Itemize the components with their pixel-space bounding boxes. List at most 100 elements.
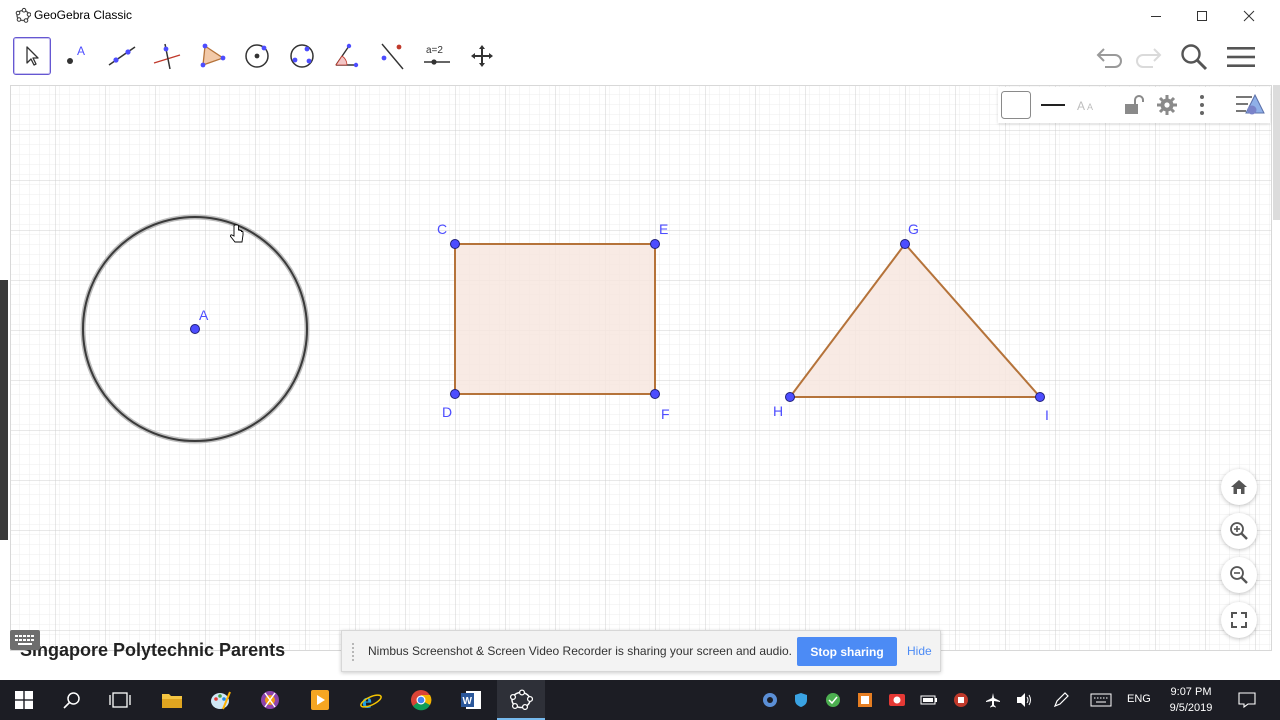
taskbar-paint[interactable]	[196, 680, 244, 720]
search-button[interactable]	[1176, 39, 1212, 75]
shield-icon	[795, 693, 807, 707]
background-color-button[interactable]	[1000, 90, 1032, 120]
perpendicular-icon	[153, 43, 181, 70]
globe-icon	[763, 693, 777, 707]
tray-pen[interactable]	[1046, 680, 1076, 720]
svg-text:a=2: a=2	[426, 45, 443, 56]
tray-app-4[interactable]	[850, 680, 880, 720]
action-center-button[interactable]	[1232, 680, 1262, 720]
ellipse-tool[interactable]	[283, 37, 321, 75]
drag-handle[interactable]	[352, 643, 358, 661]
line-style-button[interactable]	[1037, 90, 1069, 120]
clock-time: 9:07 PM	[1170, 686, 1212, 698]
move-tool[interactable]	[13, 37, 51, 75]
standard-view-button[interactable]	[1221, 469, 1257, 505]
gear-icon	[1157, 95, 1177, 115]
label-c: C	[437, 221, 447, 237]
point-icon: A	[67, 44, 85, 64]
label-d: D	[442, 404, 452, 420]
task-view-button[interactable]	[96, 680, 144, 720]
angle-tool[interactable]	[328, 37, 366, 75]
background-window-edge	[0, 280, 8, 540]
input-language[interactable]: ENG	[1127, 693, 1151, 705]
tray-app-2[interactable]	[786, 680, 816, 720]
label-i: I	[1045, 407, 1049, 423]
undo-icon	[1096, 48, 1122, 68]
arrow-pointer-icon	[26, 46, 39, 66]
undo-button[interactable]	[1092, 39, 1128, 75]
stop-sharing-button[interactable]: Stop sharing	[797, 637, 897, 666]
search-icon	[1181, 44, 1208, 71]
lock-button[interactable]	[1117, 90, 1149, 120]
slider-tool[interactable]: a=2	[418, 37, 456, 75]
point-tool[interactable]: A	[58, 37, 96, 75]
circle-center-point-tool[interactable]	[238, 37, 276, 75]
taskbar-word[interactable]: W	[447, 680, 495, 720]
line-style-icon	[1041, 104, 1065, 106]
word-icon: W	[461, 691, 481, 709]
search-icon	[63, 692, 80, 709]
fullscreen-button[interactable]	[1221, 602, 1257, 638]
polygon-tool[interactable]	[193, 37, 231, 75]
cloud-icon	[826, 693, 840, 707]
perpendicular-line-tool[interactable]	[148, 37, 186, 75]
redo-button[interactable]	[1130, 39, 1166, 75]
tray-battery[interactable]	[914, 680, 944, 720]
tray-app-3[interactable]	[818, 680, 848, 720]
taskbar-file-explorer[interactable]	[148, 680, 196, 720]
vertical-scrollbar[interactable]	[1273, 85, 1280, 220]
screen-sharing-banner: Nimbus Screenshot & Screen Video Recorde…	[341, 630, 941, 672]
close-button[interactable]	[1226, 0, 1272, 31]
minimize-button[interactable]	[1133, 0, 1179, 31]
reflect-tool[interactable]	[373, 37, 411, 75]
svg-text:A: A	[1087, 102, 1093, 112]
clock-date: 9/5/2019	[1169, 702, 1213, 714]
clock[interactable]: 9:07 PM 9/5/2019	[1160, 684, 1222, 716]
move-graphics-view-tool[interactable]	[463, 37, 501, 75]
line-tool[interactable]	[103, 37, 141, 75]
main-menu-button[interactable]	[1223, 39, 1259, 75]
start-button[interactable]	[0, 680, 48, 720]
taskbar-geogebra[interactable]	[497, 680, 545, 720]
maximize-button[interactable]	[1179, 0, 1225, 31]
taskbar-search-button[interactable]	[48, 680, 96, 720]
hide-link[interactable]: Hide	[907, 644, 932, 658]
drawing-pad[interactable]: A C E D F G H I	[11, 86, 1272, 651]
zoom-out-button[interactable]	[1221, 557, 1257, 593]
reflect-icon	[381, 43, 404, 70]
window-title: GeoGebra Classic	[34, 8, 133, 22]
settings-button[interactable]	[1151, 90, 1183, 120]
label-h: H	[773, 403, 783, 419]
airplane-mode-icon	[986, 693, 1000, 708]
tray-app-5[interactable]	[882, 680, 912, 720]
tray-app-1[interactable]	[755, 680, 785, 720]
taskbar-internet-explorer[interactable]: e	[347, 680, 395, 720]
hamburger-menu-icon	[1227, 47, 1255, 67]
svg-text:A: A	[77, 44, 85, 58]
tray-keyboard[interactable]	[1086, 680, 1116, 720]
virtual-keyboard-button[interactable]	[10, 630, 40, 650]
chrome-icon	[411, 690, 432, 711]
color-swatch-icon	[1001, 91, 1031, 119]
taskbar-media-player[interactable]	[296, 680, 344, 720]
toolbar: A a=2	[0, 31, 1280, 83]
tray-airplane[interactable]	[978, 680, 1008, 720]
tray-volume[interactable]	[1010, 680, 1040, 720]
more-options-button[interactable]	[1186, 90, 1218, 120]
angle-icon	[335, 43, 359, 68]
folder-icon	[162, 694, 182, 708]
taskbar-snipping-app[interactable]	[246, 680, 294, 720]
pen-icon	[1053, 692, 1069, 708]
svg-text:e: e	[362, 689, 372, 711]
graphics-view[interactable]: A C E D F G H I	[10, 85, 1272, 651]
taskbar-chrome[interactable]	[397, 680, 445, 720]
tray-app-6[interactable]	[946, 680, 976, 720]
maximize-icon	[1197, 10, 1207, 21]
battery-icon	[920, 695, 937, 705]
toggle-style-bar-button[interactable]	[1234, 90, 1266, 120]
zoom-in-button[interactable]	[1221, 513, 1257, 549]
title-bar: GeoGebra Classic	[0, 0, 1280, 31]
text-size-button[interactable]: A A	[1072, 90, 1104, 120]
polygon-cefd[interactable]	[454, 243, 656, 395]
label-f: F	[661, 406, 670, 422]
